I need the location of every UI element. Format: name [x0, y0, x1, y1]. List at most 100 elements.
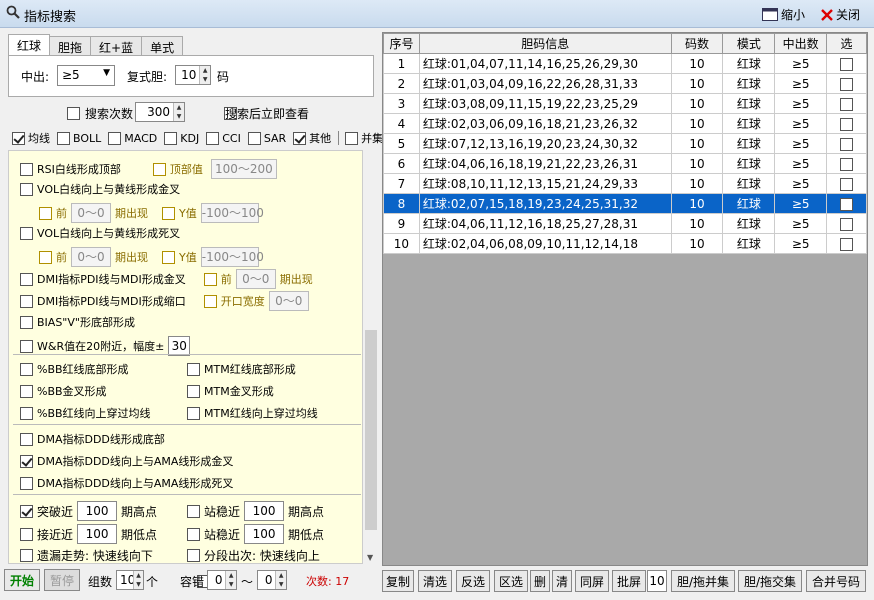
close-button[interactable]: 关闭 [821, 6, 860, 23]
near-low-input[interactable]: 100 [77, 524, 118, 544]
vol-dead-checkbox[interactable] [20, 226, 33, 240]
minimize-button[interactable]: 缩小 [762, 6, 805, 23]
wr-input[interactable]: 30 [168, 336, 191, 356]
table-row[interactable]: 3 红球:03,08,09,11,15,19,22,23,25,29 10 红球 ≥5 [383, 93, 867, 114]
indicator-union-checkbox[interactable] [345, 131, 359, 145]
header-count[interactable]: 码数 [670, 33, 724, 54]
tab-dantuo[interactable]: 胆拖 [49, 36, 92, 56]
row-select-checkbox[interactable] [840, 177, 854, 191]
dma-bottom-checkbox[interactable] [20, 432, 33, 446]
tab-single[interactable]: 单式 [141, 36, 184, 56]
break-high-input[interactable]: 100 [77, 501, 118, 521]
rsi-top-input[interactable]: 100～200 [210, 159, 277, 179]
row-select-checkbox[interactable] [840, 197, 854, 211]
mtm-bottom-checkbox[interactable] [187, 362, 200, 376]
table-row[interactable]: 10 红球:02,04,06,08,09,10,11,12,14,18 10 红球 ≥5 [383, 233, 867, 254]
indicator-macd-checkbox[interactable] [108, 131, 122, 145]
table-row[interactable]: 8 红球:02,07,15,18,19,23,24,25,31,32 10 红球 ≥5 [383, 193, 867, 214]
vol-dead-y-input[interactable]: -100～100 [200, 247, 264, 267]
header-hit[interactable]: 中出数 [774, 33, 828, 54]
bb-cross-checkbox[interactable] [20, 406, 33, 420]
indicator-sar-checkbox[interactable] [247, 131, 261, 145]
bb-bottom-checkbox[interactable] [20, 362, 33, 376]
search-count-stepper[interactable]: 300 ▲ ▼ [135, 102, 185, 122]
indicator-other-checkbox[interactable] [293, 131, 307, 145]
tolerance-from-stepper[interactable]: 0 ▲ ▼ [207, 570, 237, 590]
near-low-checkbox[interactable] [20, 527, 33, 541]
intersect-button[interactable]: 胆/拖交集 [738, 570, 802, 592]
row-select-checkbox[interactable] [840, 137, 854, 151]
range-select-button[interactable]: 区选 [494, 570, 528, 592]
stable-high-checkbox[interactable] [187, 504, 200, 518]
row-select-checkbox[interactable] [840, 77, 854, 91]
header-no[interactable]: 序号 [383, 33, 420, 54]
clear-select-button[interactable]: 清选 [418, 570, 452, 592]
table-row[interactable]: 9 红球:04,06,11,12,16,18,25,27,28,31 10 红球 ≥5 [383, 213, 867, 234]
mtm-gold-checkbox[interactable] [187, 384, 200, 398]
row-select-checkbox[interactable] [840, 117, 854, 131]
vol-dead-pre-checkbox[interactable] [39, 250, 52, 264]
batch-input[interactable]: 10 [647, 570, 667, 592]
indicator-ma-checkbox[interactable] [12, 131, 25, 145]
header-select[interactable]: 选 [826, 33, 867, 54]
group-stepper[interactable]: 10 ▲ ▼ [116, 570, 144, 590]
stable-high-input[interactable]: 100 [244, 501, 285, 521]
indicator-boll-checkbox[interactable] [57, 131, 70, 145]
dmi-narrow-width-checkbox[interactable] [203, 294, 217, 308]
dmi-gold-pre-checkbox[interactable] [203, 272, 217, 286]
dma-gold-checkbox[interactable] [20, 454, 33, 468]
mtm-cross-checkbox[interactable] [187, 406, 200, 420]
indicator-cci-checkbox[interactable] [206, 131, 220, 145]
trend-seg-checkbox[interactable] [187, 549, 200, 562]
row-select-checkbox[interactable] [840, 97, 854, 111]
table-row[interactable]: 5 红球:07,12,13,16,19,20,23,24,30,32 10 红球 ≥5 [383, 133, 867, 154]
tab-red[interactable]: 红球 [8, 34, 51, 56]
merge-button[interactable]: 合并号码 [806, 570, 866, 592]
search-count-checkbox[interactable] [67, 107, 80, 120]
rsi-checkbox[interactable] [20, 162, 33, 176]
tolerance-to-stepper[interactable]: 0 ▲ ▼ [257, 570, 287, 590]
stable-low-input[interactable]: 100 [244, 524, 285, 544]
dmi-narrow-width-input[interactable]: 0～0 [268, 291, 309, 311]
rsi-top-checkbox[interactable] [152, 162, 166, 176]
vol-dead-y-checkbox[interactable] [162, 250, 175, 264]
table-row[interactable]: 4 红球:02,03,06,09,16,18,21,23,26,32 10 红球 ≥5 [383, 113, 867, 134]
chuzhong-select[interactable]: ≥5 ▼ [57, 65, 115, 86]
invert-select-button[interactable]: 反选 [456, 570, 490, 592]
copy-button[interactable]: 复制 [382, 570, 414, 592]
dmi-gold-pre-input[interactable]: 0～0 [235, 269, 276, 289]
trend-far-checkbox[interactable] [20, 549, 33, 562]
vol-gold-pre-checkbox[interactable] [39, 206, 52, 220]
table-row[interactable]: 7 红球:08,10,11,12,13,15,21,24,29,33 10 红球 ≥5 [383, 173, 867, 194]
union-button[interactable]: 胆/拖并集 [671, 570, 735, 592]
wr-checkbox[interactable] [20, 339, 33, 353]
vol-gold-pre-input[interactable]: 0～0 [71, 203, 111, 223]
row-select-checkbox[interactable] [840, 217, 854, 231]
same-screen-button[interactable]: 同屏 [575, 570, 609, 592]
tab-red-blue[interactable]: 红+蓝 [90, 36, 143, 56]
table-row[interactable]: 1 红球:01,04,07,11,14,16,25,26,29,30 10 红球 ≥5 [383, 53, 867, 74]
row-select-checkbox[interactable] [840, 57, 854, 71]
vol-dead-pre-input[interactable]: 0～0 [71, 247, 111, 267]
dmi-gold-checkbox[interactable] [20, 272, 33, 286]
header-mode[interactable]: 模式 [722, 33, 776, 54]
bb-gold-checkbox[interactable] [20, 384, 33, 398]
delete-button[interactable]: 删 [530, 570, 550, 592]
break-high-checkbox[interactable] [20, 504, 33, 518]
row-select-checkbox[interactable] [840, 237, 854, 251]
stable-low-checkbox[interactable] [187, 527, 200, 541]
row-select-checkbox[interactable] [840, 157, 854, 171]
dma-dead-checkbox[interactable] [20, 476, 33, 490]
header-info[interactable]: 胆码信息 [418, 33, 672, 54]
vol-gold-y-checkbox[interactable] [162, 206, 175, 220]
pause-button[interactable]: 暂停 [44, 569, 80, 591]
conditions-scrollbar[interactable]: ▼ [364, 150, 378, 564]
chevron-down-icon[interactable]: ▼ [367, 553, 373, 562]
table-row[interactable]: 2 红球:01,03,04,09,16,22,26,28,31,33 10 红球 ≥5 [383, 73, 867, 94]
start-button[interactable]: 开始 [4, 569, 40, 591]
batch-screen-button[interactable]: 批屏 [612, 570, 646, 592]
clear-button[interactable]: 清 [552, 570, 572, 592]
vol-gold-y-input[interactable]: -100～100 [200, 203, 264, 223]
dmi-narrow-checkbox[interactable] [20, 294, 33, 308]
fushi-stepper[interactable]: 10 ▲ ▼ [175, 65, 211, 85]
